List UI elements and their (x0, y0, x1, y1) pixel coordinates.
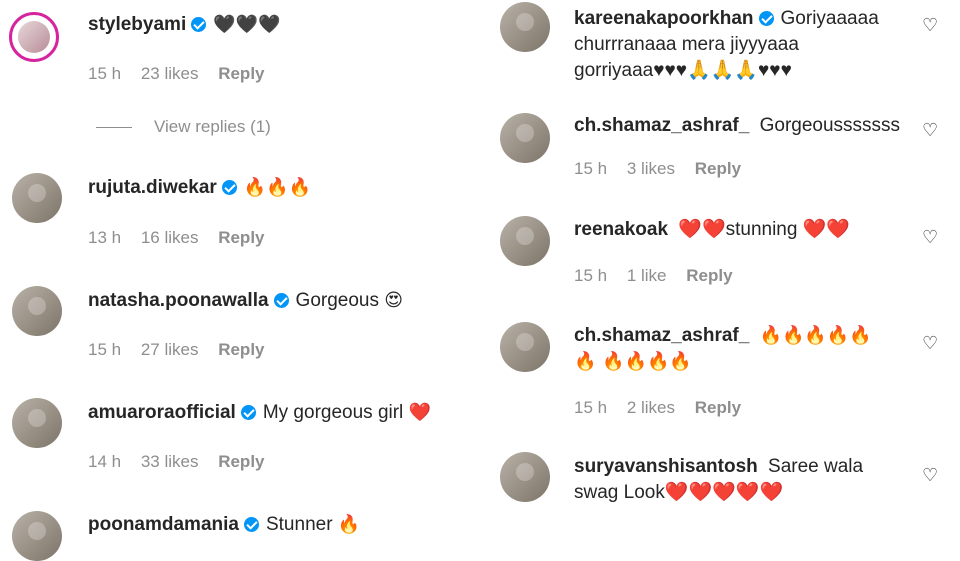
comment-text: poonamdamania Stunner 🔥 (88, 512, 448, 538)
avatar[interactable] (12, 398, 62, 448)
avatar[interactable] (12, 286, 62, 336)
verified-badge-icon (273, 293, 289, 308)
username[interactable]: natasha.poonawalla (88, 290, 269, 311)
comment-text: kareenakapoorkhan Goriyaaaaa churrranaaa … (574, 6, 884, 84)
left-comment-column: stylebyami 🖤🖤🖤 15 h 23 likes Reply View r… (0, 0, 470, 561)
comment-meta: 13 h 16 likes Reply (88, 228, 280, 248)
fire-emoji: 🔥🔥🔥 (243, 177, 312, 198)
username[interactable]: rujuta.diwekar (88, 177, 217, 198)
verified-badge-icon (758, 11, 774, 26)
red-heart-emoji: ❤️ (408, 402, 431, 423)
heart-outline-icon[interactable]: ♡ (922, 335, 938, 353)
comment-time: 15 h (574, 398, 608, 417)
comment-likes[interactable]: 33 likes (141, 452, 199, 471)
verified-badge-icon (243, 517, 259, 532)
comment-body: My gorgeous girl (262, 402, 404, 423)
comment-text: stylebyami 🖤🖤🖤 (88, 12, 448, 38)
heart-outline-icon[interactable]: ♡ (922, 229, 938, 247)
comment-body: ❤️❤️stunning ❤️❤️ (678, 219, 851, 240)
comment-meta: 14 h 33 likes Reply (88, 452, 280, 472)
comment-meta: 15 h 27 likes Reply (88, 340, 280, 360)
avatar[interactable] (500, 452, 550, 502)
verified-badge-icon (221, 180, 237, 195)
comment-meta: 15 h 2 likes Reply (574, 398, 756, 418)
reply-button[interactable]: Reply (218, 452, 264, 471)
comment-meta: 15 h 3 likes Reply (574, 159, 756, 179)
comment-text: ch.shamaz_ashraf_ Gorgeousssssss (574, 113, 934, 139)
username[interactable]: reenakoak (574, 219, 668, 240)
comment-text: ch.shamaz_ashraf_ 🔥🔥🔥🔥🔥🔥 🔥🔥🔥🔥 (574, 323, 894, 375)
username[interactable]: ch.shamaz_ashraf_ (574, 325, 749, 346)
username[interactable]: poonamdamania (88, 514, 239, 535)
username[interactable]: kareenakapoorkhan (574, 8, 754, 29)
reply-button[interactable]: Reply (686, 266, 732, 285)
verified-badge-icon (191, 17, 207, 32)
heart-outline-icon[interactable]: ♡ (922, 17, 938, 35)
comment-body: Gorgeous (295, 290, 379, 311)
comment-likes[interactable]: 16 likes (141, 228, 199, 247)
reply-button[interactable]: Reply (218, 340, 264, 359)
avatar[interactable] (500, 216, 550, 266)
heart-eyes-emoji: 😍 (384, 290, 404, 311)
comment-likes[interactable]: 27 likes (141, 340, 199, 359)
comment-time: 15 h (574, 266, 608, 285)
avatar[interactable] (500, 113, 550, 163)
comment-text: suryavanshisantosh Saree wala swag Look❤… (574, 454, 874, 506)
username[interactable]: ch.shamaz_ashraf_ (574, 115, 749, 136)
comment-text: rujuta.diwekar 🔥🔥🔥 (88, 175, 448, 201)
comment-time: 15 h (88, 340, 122, 359)
right-comment-column: kareenakapoorkhan Goriyaaaaa churrranaaa … (490, 0, 960, 540)
comment-likes[interactable]: 2 likes (627, 398, 675, 417)
comment-text: reenakoak ❤️❤️stunning ❤️❤️ (574, 217, 934, 243)
heart-outline-icon[interactable]: ♡ (922, 122, 938, 140)
comment-time: 15 h (88, 64, 122, 83)
username[interactable]: suryavanshisantosh (574, 456, 758, 477)
comment-text: amuaroraofficial My gorgeous girl ❤️ (88, 400, 448, 426)
comment-time: 15 h (574, 159, 608, 178)
view-replies-label: View replies (1) (154, 117, 271, 136)
replies-divider (96, 127, 132, 129)
avatar[interactable] (500, 322, 550, 372)
fire-emoji: 🔥 (337, 514, 361, 535)
reply-button[interactable]: Reply (695, 398, 741, 417)
comment-meta: 15 h 23 likes Reply (88, 64, 280, 84)
reply-button[interactable]: Reply (218, 228, 264, 247)
reply-button[interactable]: Reply (218, 64, 264, 83)
comment-body: Gorgeousssssss (759, 115, 901, 136)
black-heart-emoji: 🖤🖤🖤 (213, 14, 281, 35)
comment-likes[interactable]: 1 like (627, 266, 667, 285)
avatar[interactable] (9, 12, 59, 62)
comment-body: Stunner (265, 514, 333, 535)
heart-outline-icon[interactable]: ♡ (922, 467, 938, 485)
avatar[interactable] (12, 511, 62, 561)
comment-text: natasha.poonawalla Gorgeous 😍 (88, 288, 448, 314)
username[interactable]: amuaroraofficial (88, 402, 236, 423)
comment-likes[interactable]: 23 likes (141, 64, 199, 83)
avatar[interactable] (500, 2, 550, 52)
comment-likes[interactable]: 3 likes (627, 159, 675, 178)
comment-meta: 15 h 1 like Reply (574, 266, 748, 286)
comment-time: 14 h (88, 452, 122, 471)
avatar[interactable] (12, 173, 62, 223)
reply-button[interactable]: Reply (695, 159, 741, 178)
username[interactable]: stylebyami (88, 14, 186, 35)
verified-badge-icon (240, 405, 256, 420)
comment-time: 13 h (88, 228, 122, 247)
view-replies-button[interactable]: View replies (1) (96, 117, 271, 137)
